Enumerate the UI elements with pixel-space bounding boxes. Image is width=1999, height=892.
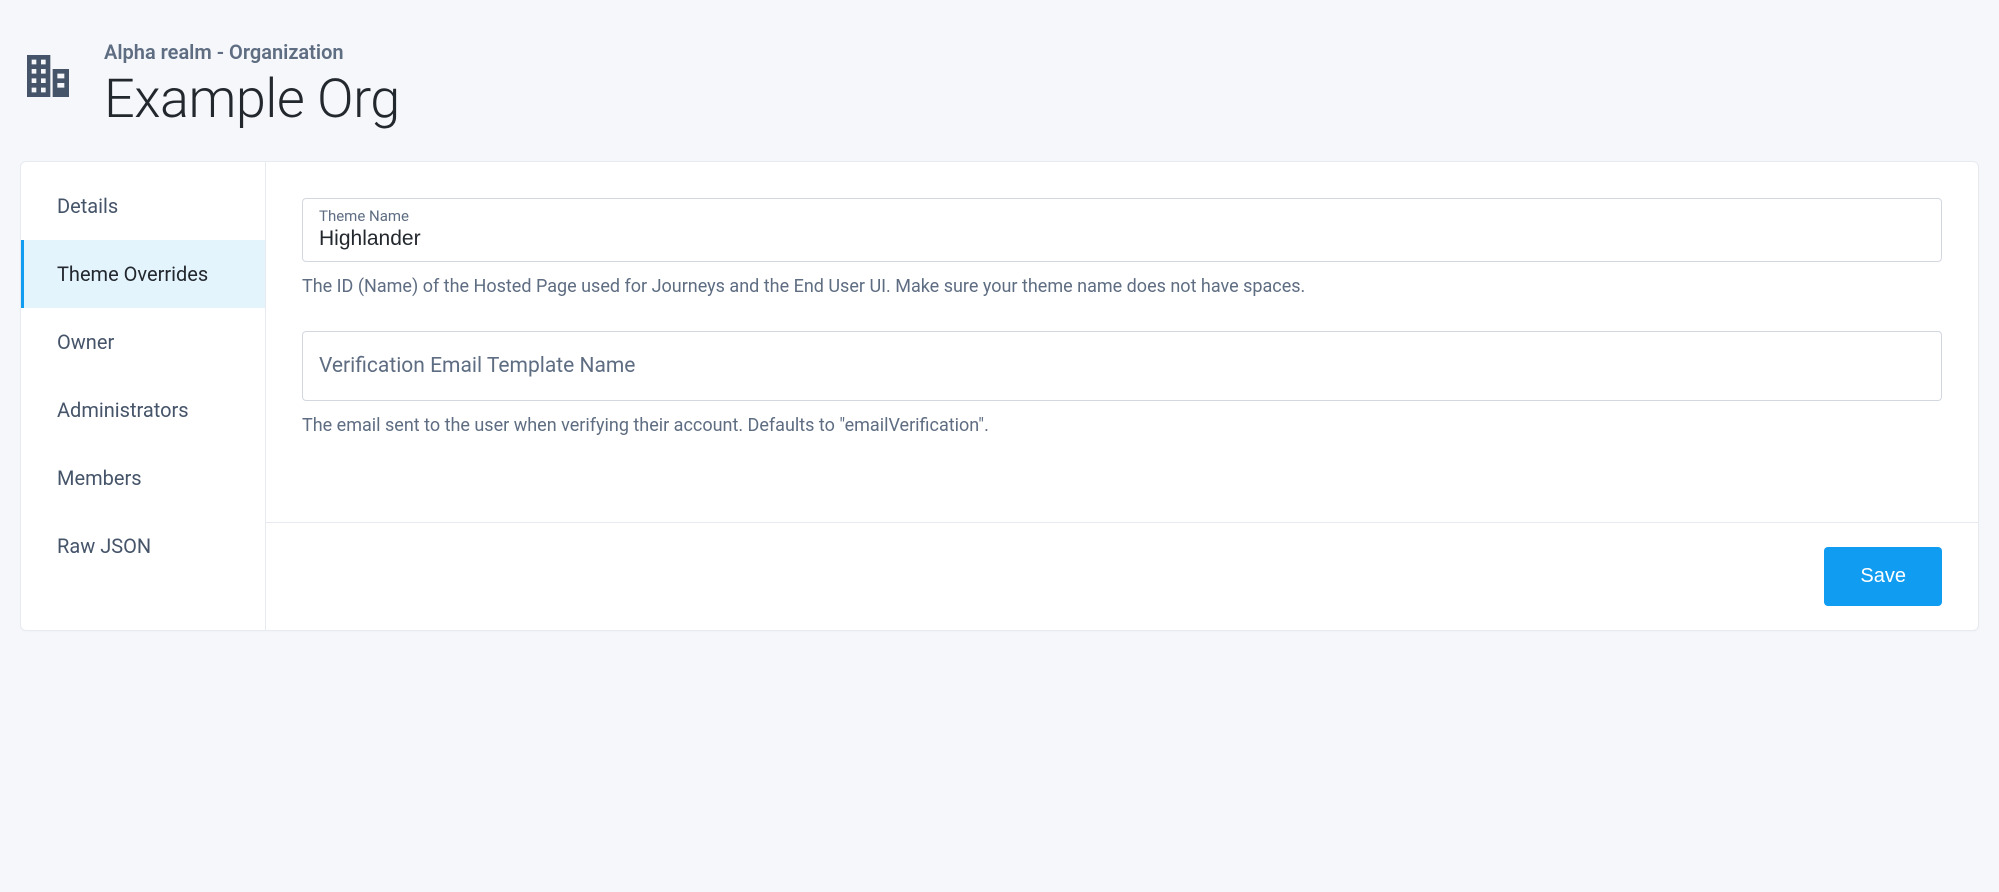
verification-email-group: Verification Email Template Name The ema… — [302, 331, 1942, 438]
sidebar-item-administrators[interactable]: Administrators — [21, 376, 265, 444]
page-header: Alpha realm - Organization Example Org — [20, 20, 1979, 161]
theme-name-help: The ID (Name) of the Hosted Page used fo… — [302, 274, 1942, 299]
theme-name-label: Theme Name — [319, 207, 1925, 225]
sidebar-item-members[interactable]: Members — [21, 444, 265, 512]
sidebar-nav: Details Theme Overrides Owner Administra… — [21, 162, 266, 630]
content-body: Theme Name The ID (Name) of the Hosted P… — [266, 162, 1978, 522]
breadcrumb: Alpha realm - Organization — [104, 40, 400, 64]
verification-email-input-wrapper[interactable]: Verification Email Template Name — [302, 331, 1942, 401]
organization-icon — [20, 48, 76, 104]
sidebar-item-theme-overrides[interactable]: Theme Overrides — [21, 240, 265, 308]
settings-card: Details Theme Overrides Owner Administra… — [20, 161, 1979, 631]
theme-name-input-wrapper[interactable]: Theme Name — [302, 198, 1942, 262]
save-button[interactable]: Save — [1824, 547, 1942, 606]
sidebar-item-raw-json[interactable]: Raw JSON — [21, 512, 265, 580]
content-footer: Save — [266, 522, 1978, 630]
sidebar-item-owner[interactable]: Owner — [21, 308, 265, 376]
theme-name-input[interactable] — [319, 227, 1925, 251]
theme-name-group: Theme Name The ID (Name) of the Hosted P… — [302, 198, 1942, 299]
page-title: Example Org — [104, 68, 400, 131]
content-area: Theme Name The ID (Name) of the Hosted P… — [266, 162, 1978, 630]
header-text: Alpha realm - Organization Example Org — [104, 40, 400, 131]
verification-email-placeholder: Verification Email Template Name — [319, 354, 635, 378]
sidebar-item-details[interactable]: Details — [21, 172, 265, 240]
verification-email-help: The email sent to the user when verifyin… — [302, 413, 1942, 438]
